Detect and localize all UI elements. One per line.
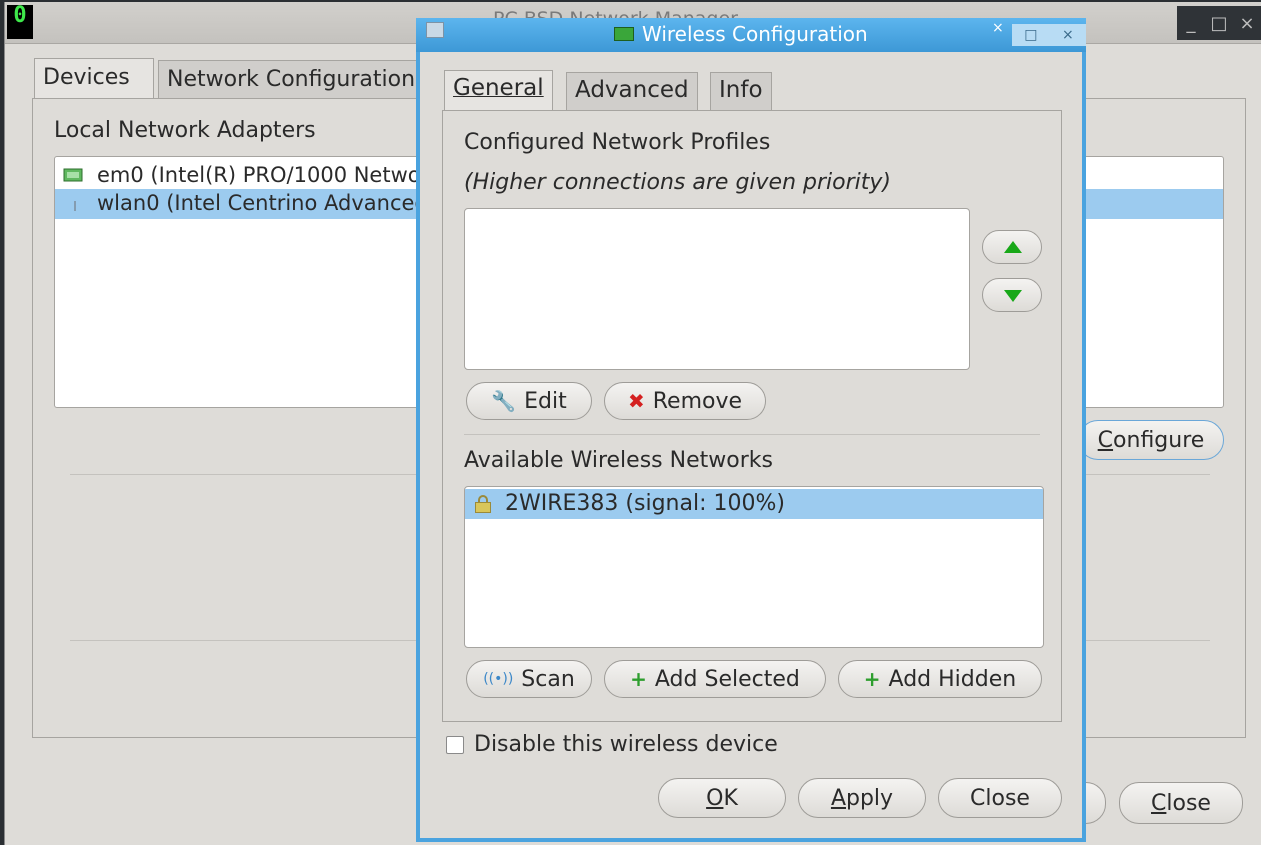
disable-device-row[interactable]: Disable this wireless device xyxy=(446,732,778,757)
bg-close-button[interactable]: Close xyxy=(1119,782,1243,824)
ok-button[interactable]: OK xyxy=(658,778,786,818)
wrench-icon: 🔧 xyxy=(491,389,517,413)
disable-device-label: Disable this wireless device xyxy=(474,732,778,757)
tab-network-configuration[interactable]: Network Configuration xyxy=(158,60,418,100)
tab-devices[interactable]: Devices xyxy=(34,58,154,100)
remove-button[interactable]: ✖ Remove xyxy=(604,382,766,420)
wireless-configuration-dialog: Wireless Configuration × □ × General Adv… xyxy=(416,18,1086,842)
pin-icon[interactable]: × xyxy=(992,20,1004,36)
wireless-network-icon xyxy=(74,201,76,211)
add-hidden-button[interactable]: + Add Hidden xyxy=(838,660,1042,698)
maximize-icon[interactable]: □ xyxy=(1208,13,1230,34)
configure-button[interactable]: Configure xyxy=(1078,420,1224,460)
network-card-icon xyxy=(614,27,634,41)
plus-icon: + xyxy=(863,667,881,691)
list-item[interactable]: 2WIRE383 (signal: 100%) xyxy=(465,489,1043,519)
close-icon[interactable]: × xyxy=(1236,13,1258,34)
edit-button[interactable]: 🔧 Edit xyxy=(466,382,592,420)
dialog-title-wrap: Wireless Configuration xyxy=(614,22,868,46)
close-icon[interactable]: × xyxy=(1062,27,1074,43)
close-button[interactable]: Close xyxy=(938,778,1062,818)
minimize-icon[interactable]: _ xyxy=(1180,13,1202,34)
signal-icon: ((•)) xyxy=(483,671,514,687)
arrow-down-icon xyxy=(1004,290,1022,302)
add-selected-button[interactable]: + Add Selected xyxy=(604,660,826,698)
terminal-app-icon: 0 xyxy=(7,5,33,39)
maximize-icon[interactable]: □ xyxy=(1024,27,1037,43)
apply-button[interactable]: Apply xyxy=(798,778,926,818)
tab-info[interactable]: Info xyxy=(710,72,772,112)
lock-icon xyxy=(475,495,491,513)
divider xyxy=(464,434,1040,435)
available-networks-label: Available Wireless Networks xyxy=(464,448,773,473)
dialog-titlebar: Wireless Configuration × □ × xyxy=(416,18,1086,52)
tab-general[interactable]: General xyxy=(444,70,553,114)
profiles-list[interactable] xyxy=(464,208,970,370)
network-label: 2WIRE383 (signal: 100%) xyxy=(505,491,785,516)
move-up-button[interactable] xyxy=(982,230,1042,264)
wired-network-icon xyxy=(63,168,83,182)
tab-advanced[interactable]: Advanced xyxy=(566,72,698,112)
dialog-title: Wireless Configuration xyxy=(642,22,868,46)
available-networks-list[interactable]: 2WIRE383 (signal: 100%) xyxy=(464,486,1044,648)
dialog-app-icon xyxy=(426,22,444,38)
move-down-button[interactable] xyxy=(982,278,1042,312)
dialog-window-controls: □ × xyxy=(1012,24,1086,46)
bg-window-controls: _ □ × xyxy=(1177,6,1261,40)
disable-device-checkbox[interactable] xyxy=(446,735,464,754)
plus-icon: + xyxy=(630,667,647,691)
priority-note: (Higher connections are given priority) xyxy=(464,170,891,195)
profiles-label: Configured Network Profiles xyxy=(464,130,771,155)
scan-button[interactable]: ((•)) Scan xyxy=(466,660,592,698)
arrow-up-icon xyxy=(1004,241,1022,253)
remove-x-icon: ✖ xyxy=(627,389,645,413)
local-adapters-label: Local Network Adapters xyxy=(54,118,316,143)
